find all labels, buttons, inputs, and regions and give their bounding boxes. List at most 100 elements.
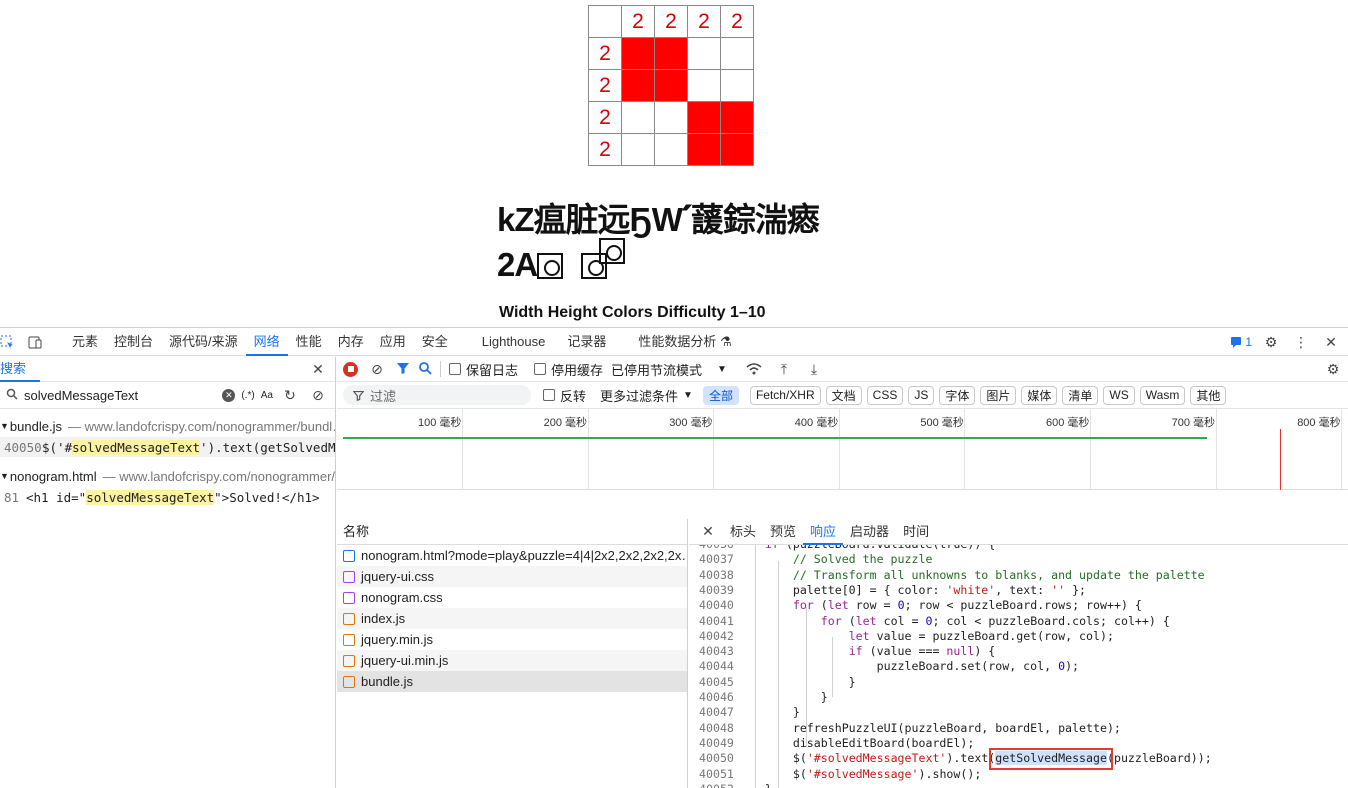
type-filter-button[interactable]: Fetch/XHR xyxy=(749,385,821,405)
devtools-tab[interactable]: Lighthouse xyxy=(474,328,554,356)
devtools-tab[interactable]: 记录器 xyxy=(559,328,614,356)
more-options-icon[interactable]: ⋮ xyxy=(1290,331,1312,353)
request-row[interactable]: index.js xyxy=(337,608,687,629)
code-line: 40052 } xyxy=(689,782,1348,788)
name-column-header[interactable]: 名称 xyxy=(337,519,687,545)
devtools-tab[interactable]: 网络 xyxy=(245,328,288,356)
request-row[interactable]: jquery-ui.min.js xyxy=(337,650,687,671)
clear-log-icon[interactable]: ⊘ xyxy=(366,358,388,380)
request-row[interactable]: jquery.min.js xyxy=(337,629,687,650)
empty-cell[interactable] xyxy=(687,69,721,102)
empty-cell[interactable] xyxy=(720,69,754,102)
nonogram-grid[interactable]: 22222222 xyxy=(588,5,754,166)
throttling-select[interactable]: 已停用节流模式 ▼ xyxy=(611,360,727,379)
type-filter-button[interactable]: 清单 xyxy=(1062,385,1099,405)
type-filter-button[interactable]: 文档 xyxy=(825,385,862,405)
load-event-marker xyxy=(1280,429,1281,490)
request-row[interactable]: nonogram.html?mode=play&puzzle=4|4|2x2,2… xyxy=(337,545,687,566)
empty-cell[interactable] xyxy=(654,133,688,166)
request-row[interactable]: jquery-ui.css xyxy=(337,566,687,587)
type-filter-button[interactable]: CSS xyxy=(866,385,904,405)
refresh-icon[interactable]: ↻ xyxy=(279,384,301,406)
code-line: 40042 let value = puzzleBoard.get(row, c… xyxy=(689,629,1348,644)
search-result-file[interactable]: ▼ bundle.js — www.landofcrispy.com/nonog… xyxy=(0,415,335,437)
search-result-file[interactable]: ▼ nonogram.html — www.landofcrispy.com/n… xyxy=(0,465,335,487)
filled-cell[interactable] xyxy=(720,101,754,134)
code-line: 40047 } xyxy=(689,705,1348,720)
search-input[interactable]: solvedMessageText xyxy=(24,388,216,403)
line-number: 40043 xyxy=(699,644,734,659)
detail-tab[interactable]: 启动器 xyxy=(843,519,896,545)
devtools-tab[interactable]: 安全 xyxy=(414,328,456,356)
type-filter-button[interactable]: 全部 xyxy=(702,385,739,405)
filled-cell[interactable] xyxy=(687,133,721,166)
request-row[interactable]: bundle.js xyxy=(337,671,687,692)
empty-cell[interactable] xyxy=(687,37,721,70)
network-overview-timeline[interactable]: 100 毫秒 200 毫秒 300 毫秒 400 毫秒 500 毫秒 600 毫秒 700 … xyxy=(337,409,1348,490)
detail-tab[interactable]: 预览 xyxy=(763,519,803,545)
code-text: if (puzzleBoard.validate(true)) { xyxy=(737,545,995,551)
filled-cell[interactable] xyxy=(720,133,754,166)
filled-cell[interactable] xyxy=(621,37,655,70)
filter-icon[interactable] xyxy=(396,361,410,378)
network-settings-icon[interactable]: ⚙ xyxy=(1322,358,1344,380)
record-stop-icon[interactable] xyxy=(343,361,358,377)
search-result-line[interactable]: 81 <h1 id="solvedMessageText">Solved!</h… xyxy=(0,487,335,507)
devtools-tab[interactable]: 元素 xyxy=(64,328,106,356)
search-tab[interactable]: 搜索 xyxy=(0,357,40,382)
devtools-tab[interactable]: 内存 xyxy=(330,328,372,356)
issues-badge[interactable]: 1 xyxy=(1230,335,1252,349)
code-line: 40046 } xyxy=(689,690,1348,705)
filled-cell[interactable] xyxy=(687,101,721,134)
match-case-toggle[interactable]: Aa xyxy=(261,390,273,401)
indent-guide xyxy=(778,561,779,788)
type-filter-button[interactable]: Wasm xyxy=(1139,385,1186,405)
code-text: puzzleBoard.set(row, col, 0); xyxy=(737,659,1080,674)
export-har-icon[interactable]: ⤓ xyxy=(803,358,825,380)
type-filter-button[interactable]: 图片 xyxy=(980,385,1017,405)
close-detail-icon[interactable]: ✕ xyxy=(697,521,719,543)
import-har-icon[interactable]: ⤒ xyxy=(773,358,795,380)
devtools-tab[interactable]: 性能 xyxy=(288,328,330,356)
clear-results-icon[interactable]: ⊘ xyxy=(307,384,329,406)
devtools-tab[interactable]: 应用 xyxy=(372,328,414,356)
device-toolbar-icon[interactable] xyxy=(24,331,46,353)
empty-cell[interactable] xyxy=(621,101,655,134)
detail-tab[interactable]: 时间 xyxy=(896,519,936,545)
empty-cell[interactable] xyxy=(720,37,754,70)
type-filter-button[interactable]: 媒体 xyxy=(1021,385,1058,405)
inspect-icon[interactable] xyxy=(0,331,18,353)
invert-checkbox[interactable]: 反转 xyxy=(543,386,586,405)
search-result-line[interactable]: 40050 $('#solvedMessageText').text(getSo… xyxy=(0,437,335,457)
empty-cell[interactable] xyxy=(621,133,655,166)
close-search-icon[interactable]: ✕ xyxy=(307,358,329,380)
type-filter-button[interactable]: JS xyxy=(908,385,935,405)
devtools-tab[interactable]: 控制台 xyxy=(106,328,161,356)
filled-cell[interactable] xyxy=(654,69,688,102)
request-row[interactable]: nonogram.css xyxy=(337,587,687,608)
type-filter-button[interactable]: WS xyxy=(1103,385,1135,405)
preserve-log-checkbox[interactable]: 保留日志 xyxy=(449,360,518,379)
timeline-tick-label: 600 毫秒 xyxy=(1046,417,1090,429)
response-code-view[interactable]: 40036 if (puzzleBoard.validate(true)) {4… xyxy=(689,545,1348,788)
clear-search-icon[interactable]: ✕ xyxy=(222,388,236,402)
indent-guide xyxy=(832,637,833,697)
line-number: 40046 xyxy=(699,690,734,704)
filled-cell[interactable] xyxy=(621,69,655,102)
empty-cell[interactable] xyxy=(654,101,688,134)
disable-cache-checkbox[interactable]: 停用缓存 xyxy=(534,360,603,379)
close-devtools-icon[interactable]: ✕ xyxy=(1320,331,1342,353)
devtools-tab[interactable]: 源代码/来源 xyxy=(161,328,246,356)
type-filter-button[interactable]: 字体 xyxy=(939,385,976,405)
search-network-icon[interactable] xyxy=(418,361,432,378)
detail-tab[interactable]: 标头 xyxy=(723,519,763,545)
settings-gear-icon[interactable]: ⚙ xyxy=(1260,331,1282,353)
regex-toggle[interactable]: (.*) xyxy=(241,390,254,401)
more-filters-dropdown[interactable]: 更多过滤条件 ▼ xyxy=(600,386,693,405)
filled-cell[interactable] xyxy=(654,37,688,70)
detail-tab[interactable]: 响应 xyxy=(803,519,844,545)
type-filter-button[interactable]: 其他 xyxy=(1190,385,1227,405)
devtools-tab[interactable]: 性能数据分析 ⚗ xyxy=(630,328,739,356)
network-conditions-icon[interactable] xyxy=(743,358,765,380)
filter-input[interactable]: 过滤 xyxy=(343,385,531,405)
